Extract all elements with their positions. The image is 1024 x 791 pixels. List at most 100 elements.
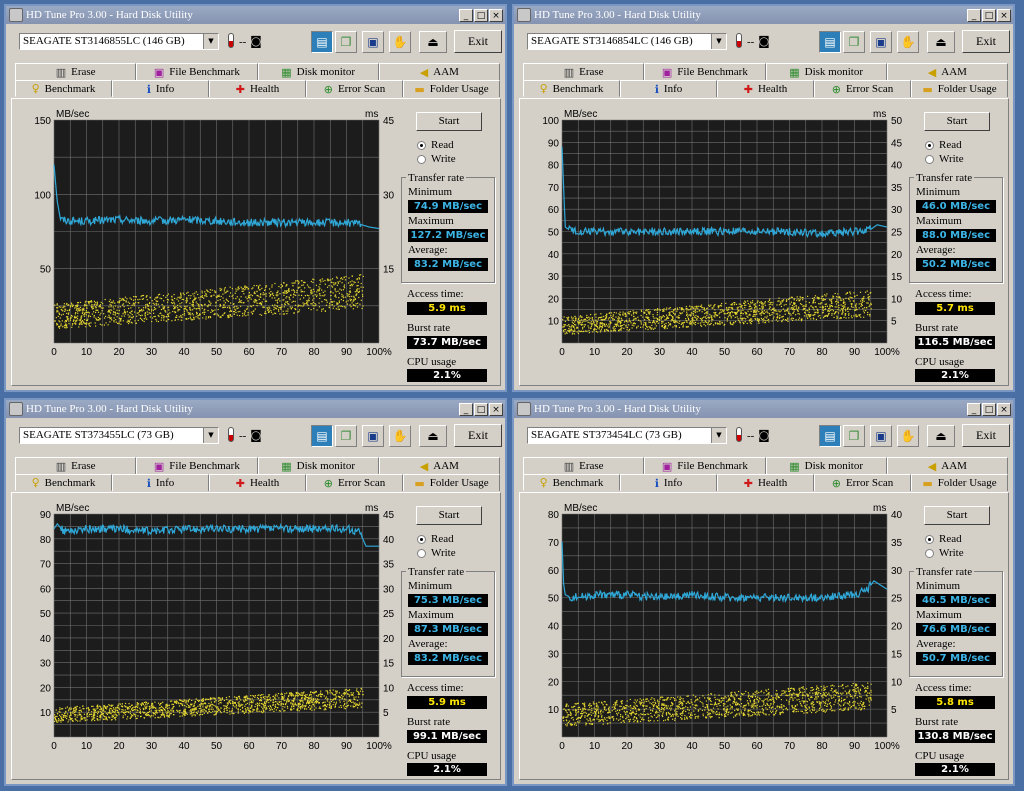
exit-button[interactable]: Exit — [962, 424, 1010, 447]
write-radio-dot[interactable] — [925, 154, 934, 164]
tab-erase[interactable]: ▥ Erase — [15, 63, 137, 80]
camera-icon[interactable]: ◙ — [753, 425, 775, 447]
tab-aam[interactable]: ◀ AAM — [886, 63, 1008, 80]
tab-disk-monitor[interactable]: ▦ Disk monitor — [765, 457, 887, 474]
close-button[interactable]: × — [997, 402, 1011, 416]
options-icon[interactable]: ✋ — [897, 31, 919, 53]
chevron-down-icon[interactable]: ▼ — [711, 34, 726, 49]
drive-select[interactable]: SEAGATE ST373455LC (73 GB) ▼ — [19, 427, 219, 444]
chevron-down-icon[interactable]: ▼ — [711, 428, 726, 443]
minimize-button[interactable]: _ — [459, 402, 473, 416]
tab-aam[interactable]: ◀ AAM — [378, 457, 500, 474]
options-icon[interactable]: ✋ — [389, 425, 411, 447]
tab-info[interactable]: ℹ Info — [620, 80, 717, 97]
tab-file-benchmark[interactable]: ▣ File Benchmark — [136, 63, 258, 80]
title-bar[interactable]: HD Tune Pro 3.00 - Hard Disk Utility _ □… — [514, 400, 1013, 418]
title-bar[interactable]: HD Tune Pro 3.00 - Hard Disk Utility _ □… — [6, 400, 505, 418]
options-icon[interactable]: ✋ — [389, 31, 411, 53]
write-radio[interactable]: Write — [925, 153, 964, 165]
tab-erase[interactable]: ▥ Erase — [15, 457, 137, 474]
maximize-button[interactable]: □ — [474, 402, 488, 416]
read-radio[interactable]: Read — [925, 139, 962, 151]
tab-folder-usage[interactable]: ▬ Folder Usage — [403, 80, 500, 97]
save-icon[interactable]: ▣ — [362, 31, 384, 53]
close-button[interactable]: × — [489, 402, 503, 416]
save-icon[interactable]: ▣ — [870, 31, 892, 53]
write-radio[interactable]: Write — [417, 153, 456, 165]
tab-info[interactable]: ℹ Info — [112, 80, 209, 97]
read-radio-dot[interactable] — [417, 140, 426, 150]
tab-error-scan[interactable]: ⊕ Error Scan — [814, 474, 911, 491]
maximize-button[interactable]: □ — [474, 8, 488, 22]
tab-disk-monitor[interactable]: ▦ Disk monitor — [257, 457, 379, 474]
copy-clipboard-icon[interactable]: ❐ — [335, 425, 357, 447]
exit-button[interactable]: Exit — [962, 30, 1010, 53]
drive-select[interactable]: SEAGATE ST3146854LC (146 GB) ▼ — [527, 33, 727, 50]
tab-disk-monitor[interactable]: ▦ Disk monitor — [257, 63, 379, 80]
copy-clipboard-icon[interactable]: ❐ — [335, 31, 357, 53]
tab-error-scan[interactable]: ⊕ Error Scan — [306, 80, 403, 97]
info-copy-icon[interactable]: ▤ — [819, 31, 841, 53]
drive-select[interactable]: SEAGATE ST3146855LC (146 GB) ▼ — [19, 33, 219, 50]
camera-icon[interactable]: ◙ — [753, 31, 775, 53]
eject-icon[interactable]: ⏏ — [419, 425, 447, 447]
exit-button[interactable]: Exit — [454, 30, 502, 53]
minimize-button[interactable]: _ — [967, 402, 981, 416]
title-bar[interactable]: HD Tune Pro 3.00 - Hard Disk Utility _ □… — [514, 6, 1013, 24]
tab-erase[interactable]: ▥ Erase — [523, 63, 645, 80]
eject-icon[interactable]: ⏏ — [927, 31, 955, 53]
chevron-down-icon[interactable]: ▼ — [203, 428, 218, 443]
info-copy-icon[interactable]: ▤ — [311, 425, 333, 447]
eject-icon[interactable]: ⏏ — [927, 425, 955, 447]
info-copy-icon[interactable]: ▤ — [819, 425, 841, 447]
camera-icon[interactable]: ◙ — [245, 31, 267, 53]
tab-disk-monitor[interactable]: ▦ Disk monitor — [765, 63, 887, 80]
tab-erase[interactable]: ▥ Erase — [523, 457, 645, 474]
maximize-button[interactable]: □ — [982, 8, 996, 22]
write-radio-dot[interactable] — [417, 548, 426, 558]
tab-folder-usage[interactable]: ▬ Folder Usage — [911, 474, 1008, 491]
start-button[interactable]: Start — [924, 112, 990, 131]
tab-error-scan[interactable]: ⊕ Error Scan — [814, 80, 911, 97]
minimize-button[interactable]: _ — [967, 8, 981, 22]
tab-benchmark[interactable]: ♀ Benchmark — [523, 474, 620, 491]
tab-health[interactable]: ✚ Health — [717, 80, 814, 97]
tab-info[interactable]: ℹ Info — [620, 474, 717, 491]
tab-info[interactable]: ℹ Info — [112, 474, 209, 491]
read-radio[interactable]: Read — [417, 533, 454, 545]
read-radio-dot[interactable] — [925, 140, 934, 150]
options-icon[interactable]: ✋ — [897, 425, 919, 447]
read-radio-dot[interactable] — [417, 534, 426, 544]
start-button[interactable]: Start — [416, 112, 482, 131]
tab-aam[interactable]: ◀ AAM — [378, 63, 500, 80]
tab-aam[interactable]: ◀ AAM — [886, 457, 1008, 474]
tab-benchmark[interactable]: ♀ Benchmark — [523, 80, 620, 97]
chevron-down-icon[interactable]: ▼ — [203, 34, 218, 49]
tab-health[interactable]: ✚ Health — [717, 474, 814, 491]
read-radio[interactable]: Read — [417, 139, 454, 151]
tab-file-benchmark[interactable]: ▣ File Benchmark — [644, 457, 766, 474]
title-bar[interactable]: HD Tune Pro 3.00 - Hard Disk Utility _ □… — [6, 6, 505, 24]
close-button[interactable]: × — [997, 8, 1011, 22]
exit-button[interactable]: Exit — [454, 424, 502, 447]
camera-icon[interactable]: ◙ — [245, 425, 267, 447]
tab-health[interactable]: ✚ Health — [209, 474, 306, 491]
maximize-button[interactable]: □ — [982, 402, 996, 416]
tab-folder-usage[interactable]: ▬ Folder Usage — [403, 474, 500, 491]
drive-select[interactable]: SEAGATE ST373454LC (73 GB) ▼ — [527, 427, 727, 444]
tab-benchmark[interactable]: ♀ Benchmark — [15, 80, 112, 97]
save-icon[interactable]: ▣ — [870, 425, 892, 447]
copy-clipboard-icon[interactable]: ❐ — [843, 425, 865, 447]
tab-file-benchmark[interactable]: ▣ File Benchmark — [644, 63, 766, 80]
tab-folder-usage[interactable]: ▬ Folder Usage — [911, 80, 1008, 97]
tab-error-scan[interactable]: ⊕ Error Scan — [306, 474, 403, 491]
write-radio[interactable]: Write — [417, 547, 456, 559]
info-copy-icon[interactable]: ▤ — [311, 31, 333, 53]
start-button[interactable]: Start — [416, 506, 482, 525]
close-button[interactable]: × — [489, 8, 503, 22]
copy-clipboard-icon[interactable]: ❐ — [843, 31, 865, 53]
save-icon[interactable]: ▣ — [362, 425, 384, 447]
eject-icon[interactable]: ⏏ — [419, 31, 447, 53]
write-radio-dot[interactable] — [417, 154, 426, 164]
tab-benchmark[interactable]: ♀ Benchmark — [15, 474, 112, 491]
